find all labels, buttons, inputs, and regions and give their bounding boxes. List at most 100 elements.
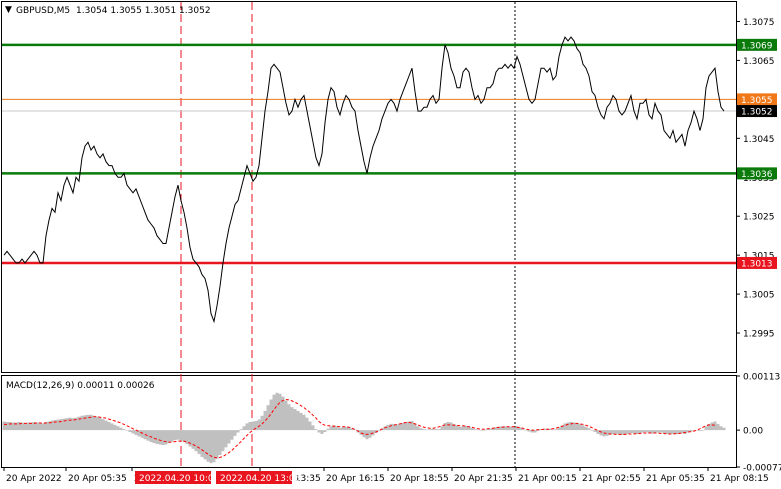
price-series-line: [3, 36, 725, 324]
macd-bar: [200, 430, 204, 457]
macd-bar: [584, 426, 588, 431]
macd-bar: [644, 430, 648, 433]
level-tag-1.3036: 1.3036: [741, 170, 773, 180]
macd-bar: [323, 430, 327, 433]
macd-bar: [272, 394, 276, 431]
macd-bar: [209, 430, 213, 464]
macd-bar: [359, 430, 363, 435]
macd-bar: [110, 423, 114, 431]
macd-bar: [128, 430, 132, 433]
macd-bar: [458, 426, 462, 431]
price-tick-label: 1.3025: [743, 213, 775, 223]
macd-bar: [656, 430, 660, 433]
time-tick-label: 20 Apr 16:15: [326, 474, 385, 484]
macd-bar: [203, 430, 207, 460]
macd-bar: [470, 427, 474, 431]
main-panel-frame: [1, 1, 737, 373]
macd-bar: [428, 429, 432, 431]
macd-bar: [125, 430, 129, 431]
macd-bar: [239, 429, 243, 431]
macd-bar: [593, 430, 597, 433]
macd-bar: [236, 430, 240, 433]
time-tick-label: 20 Apr 05:35: [68, 474, 127, 484]
macd-bar: [284, 400, 288, 431]
macd-bar: [389, 423, 393, 431]
time-tick-label: 20 Apr 18:55: [390, 474, 449, 484]
macd-bar: [404, 421, 408, 431]
macd-bar: [5, 421, 9, 431]
macd-bar: [230, 430, 234, 440]
macd-bar: [293, 409, 297, 431]
macd-bar: [302, 414, 306, 431]
macd-bar: [599, 430, 603, 436]
level-tag-1.3013: 1.3013: [741, 259, 773, 269]
macd-bar: [155, 430, 159, 445]
macd-bar: [176, 430, 180, 440]
macd-bar: [80, 415, 84, 431]
macd-label: MACD(12,26,9) 0.00011 0.00026: [6, 381, 155, 391]
macd-bar: [425, 429, 429, 431]
macd-bar: [719, 426, 723, 431]
macd-bar: [626, 430, 630, 434]
macd-bar: [338, 427, 342, 431]
level-tag-1.3052: 1.3052: [741, 108, 773, 118]
macd-bar: [287, 404, 291, 431]
highlighted-time-label: 2022.04.20 13:05: [220, 474, 300, 484]
macd-bar: [578, 423, 582, 431]
macd-bar: [182, 430, 186, 443]
macd-bar: [443, 422, 447, 431]
symbol-dropdown-icon[interactable]: ▼: [5, 5, 12, 15]
macd-tick-label: -0.00077: [743, 464, 781, 474]
macd-bar: [611, 430, 615, 434]
macd-bar: [614, 430, 618, 434]
macd-bar: [266, 405, 270, 431]
macd-bar: [221, 430, 225, 452]
macd-bar: [275, 392, 279, 431]
macd-bar: [629, 430, 633, 433]
macd-bar: [554, 429, 558, 431]
macd-bar: [461, 426, 465, 431]
macd-bar: [218, 430, 222, 456]
macd-bar: [485, 429, 489, 431]
macd-bar: [140, 430, 144, 438]
macd-bar: [596, 430, 600, 434]
highlighted-time-label: 2022.04.20 10:0: [139, 474, 214, 484]
macd-bar: [434, 429, 438, 431]
macd-bar: [173, 430, 177, 441]
macd-tick-label: 0.00113: [743, 373, 780, 383]
macd-bar: [242, 426, 246, 431]
macd-bar: [701, 430, 705, 431]
macd-bar: [641, 430, 645, 433]
macd-bar: [710, 422, 714, 431]
macd-bar: [50, 420, 54, 431]
macd-bar: [638, 430, 642, 433]
macd-bar: [563, 423, 567, 431]
macd-bar: [170, 430, 174, 442]
macd-bar: [101, 419, 105, 431]
macd-bar: [527, 430, 531, 432]
macd-bar: [473, 429, 477, 431]
symbol-label: GBPUSD,M5: [16, 6, 70, 16]
macd-bar: [251, 421, 255, 431]
macd-bar: [41, 423, 45, 431]
macd-bar: [317, 430, 321, 433]
macd-bar: [278, 393, 282, 431]
macd-bar: [311, 425, 315, 431]
macd-bar: [431, 428, 435, 431]
price-chart[interactable]: 1.30751.30651.30551.30451.30351.30251.30…: [0, 0, 781, 489]
ohlc-values: 1.3054 1.3055 1.3051 1.3052: [76, 6, 211, 16]
macd-bar: [290, 407, 294, 431]
macd-bar: [320, 430, 324, 434]
macd-bar: [398, 423, 402, 431]
macd-bar: [65, 418, 69, 431]
price-tick-label: 1.3045: [743, 135, 775, 145]
macd-bar: [632, 430, 636, 434]
macd-bar: [569, 421, 573, 431]
macd-bar: [191, 430, 195, 449]
macd-bar: [437, 429, 441, 431]
macd-bar: [206, 430, 210, 462]
macd-bar: [17, 421, 21, 431]
macd-bar: [296, 410, 300, 431]
macd-bar: [617, 430, 621, 435]
macd-bar: [35, 422, 39, 431]
